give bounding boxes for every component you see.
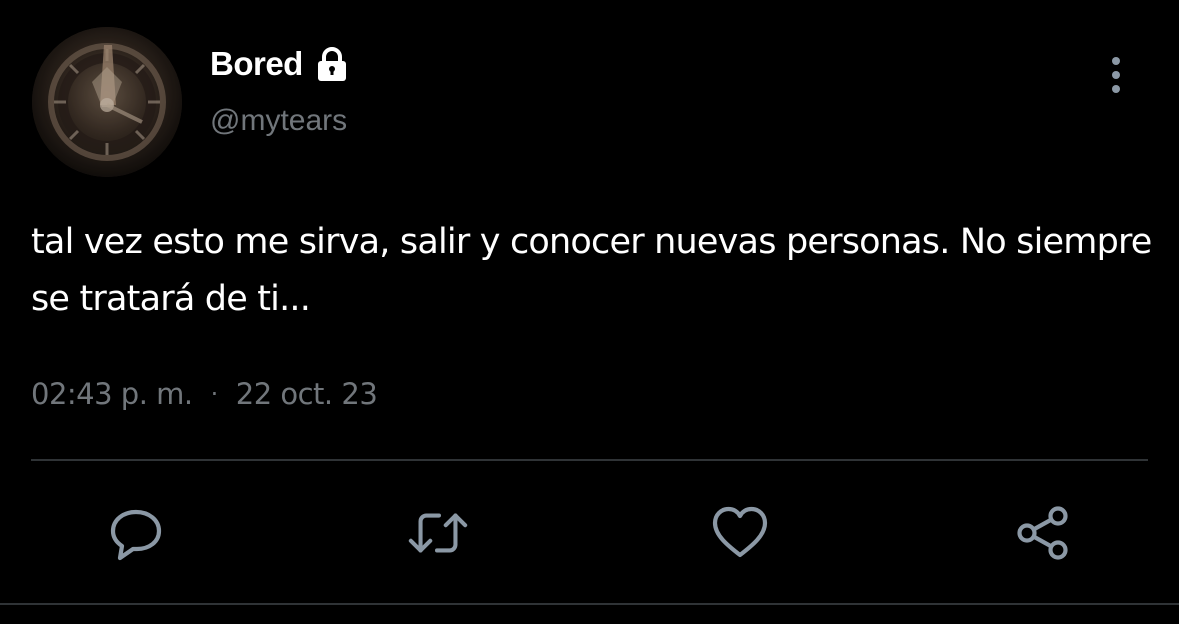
clock-avatar-icon xyxy=(32,27,182,177)
heart-icon xyxy=(712,506,768,558)
display-name[interactable]: Bored xyxy=(210,45,303,83)
reply-button[interactable] xyxy=(104,501,168,565)
tweet-date[interactable]: 22 oct. 23 xyxy=(236,377,378,411)
tweet-meta: 02:43 p. m. · 22 oct. 23 xyxy=(31,372,378,416)
share-icon xyxy=(1017,506,1068,560)
reply-icon xyxy=(110,509,162,561)
bottom-divider xyxy=(0,603,1179,605)
tweet-time[interactable]: 02:43 p. m. xyxy=(31,377,193,411)
avatar[interactable] xyxy=(32,27,182,177)
retweet-icon xyxy=(408,513,468,553)
meta-separator: · xyxy=(210,380,219,408)
author-name-row: Bored xyxy=(210,42,351,86)
lock-icon xyxy=(313,45,351,83)
like-button[interactable] xyxy=(708,501,772,565)
tweet-text: tal vez esto me sirva, salir y conocer n… xyxy=(31,222,1152,319)
more-vertical-icon xyxy=(1112,57,1120,93)
retweet-button[interactable] xyxy=(406,501,470,565)
more-options-button[interactable] xyxy=(1096,52,1136,98)
divider xyxy=(31,459,1148,461)
author-handle[interactable]: @mytears xyxy=(210,104,347,138)
share-button[interactable] xyxy=(1011,501,1075,565)
